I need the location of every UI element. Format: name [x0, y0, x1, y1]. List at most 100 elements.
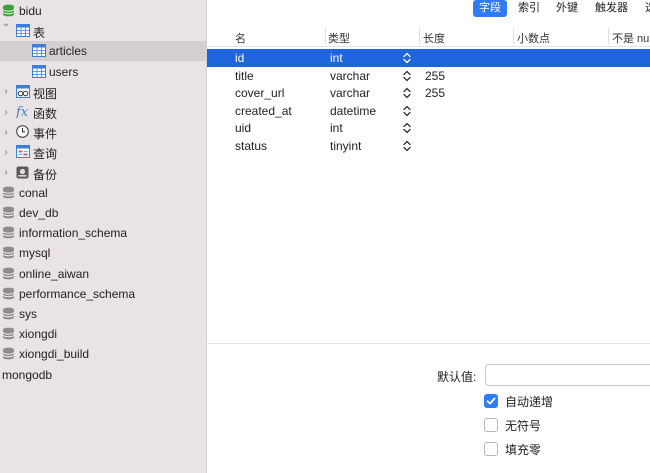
- sidebar-item-label: information_schema: [19, 226, 128, 241]
- sidebar-item-conal[interactable]: conal: [0, 183, 206, 203]
- database-icon: [2, 307, 15, 323]
- unsigned-label: 无符号: [505, 418, 542, 433]
- chevron-right-icon[interactable]: ›: [2, 167, 10, 178]
- sidebar-item--4[interactable]: › 视图: [0, 82, 206, 102]
- sidebar-item--6[interactable]: › 事件: [0, 122, 206, 142]
- auto-increment-checkbox[interactable]: [484, 394, 498, 408]
- sidebar-item--1[interactable]: ⌄ 表: [0, 18, 206, 41]
- tab-triggers[interactable]: 触发器: [589, 0, 634, 17]
- table-row[interactable]: created_at datetime: [207, 102, 650, 120]
- sidebar-item-label: xiongdi: [19, 327, 58, 342]
- chevron-right-icon[interactable]: ›: [2, 127, 10, 138]
- field-type-cell[interactable]: varchar: [330, 69, 370, 83]
- field-length-cell[interactable]: 255: [425, 86, 445, 100]
- tab-indexes[interactable]: 索引: [512, 0, 546, 17]
- field-type-cell[interactable]: int: [330, 121, 343, 135]
- sidebar-item-xiongdi_build[interactable]: xiongdi_build: [0, 344, 206, 364]
- sidebar-item-bidu[interactable]: bidu: [0, 1, 206, 21]
- tab-fields[interactable]: 字段: [473, 0, 507, 17]
- sidebar-item-label: 表: [33, 26, 46, 41]
- field-name-cell[interactable]: cover_url: [235, 86, 284, 100]
- sidebar-item-dev_db[interactable]: dev_db: [0, 203, 206, 223]
- type-stepper-icon[interactable]: [403, 52, 411, 64]
- column-header-name[interactable]: 名: [235, 30, 246, 46]
- type-stepper-icon[interactable]: [403, 140, 411, 152]
- sidebar-item-label: bidu: [19, 4, 42, 18]
- sidebar-item-label: conal: [19, 185, 48, 200]
- sidebar-item-online_aiwan[interactable]: online_aiwan: [0, 264, 206, 284]
- sidebar-item-label: users: [49, 64, 79, 79]
- event-clock-icon: [16, 125, 29, 141]
- sidebar-item-label: xiongdi_build: [19, 347, 90, 362]
- function-icon: fx: [15, 105, 32, 121]
- unsigned-option[interactable]: 无符号: [484, 416, 541, 434]
- field-name-cell[interactable]: created_at: [235, 104, 292, 118]
- sidebar-item-mongodb[interactable]: mongodb: [0, 365, 206, 385]
- field-name-cell[interactable]: status: [235, 139, 267, 153]
- column-header-type[interactable]: 类型: [328, 30, 350, 46]
- main-panel: 字段 索引 外键 触发器 选 名 类型 长度 小数点 不是 null id int…: [207, 0, 650, 473]
- sidebar-item-users[interactable]: users: [0, 62, 206, 82]
- sidebar-item-label: 查询: [33, 147, 58, 162]
- zerofill-checkbox[interactable]: [484, 442, 498, 456]
- field-length-cell[interactable]: 255: [425, 69, 445, 83]
- field-name-cell[interactable]: id: [235, 51, 244, 65]
- table-row[interactable]: status tinyint: [207, 137, 650, 155]
- auto-increment-label: 自动递增: [505, 394, 554, 409]
- unsigned-checkbox[interactable]: [484, 418, 498, 432]
- chevron-right-icon[interactable]: ›: [2, 147, 10, 158]
- field-type-cell[interactable]: varchar: [330, 86, 370, 100]
- field-name-cell[interactable]: uid: [235, 121, 251, 135]
- type-stepper-icon[interactable]: [403, 105, 411, 117]
- column-header-decimals[interactable]: 小数点: [517, 30, 550, 46]
- field-name-cell[interactable]: title: [235, 69, 254, 83]
- tab-options[interactable]: 选: [639, 0, 650, 17]
- zerofill-option[interactable]: 填充零: [484, 440, 541, 458]
- table-icon: [32, 44, 46, 60]
- chevron-right-icon[interactable]: ›: [2, 86, 10, 97]
- sidebar-item-xiongdi[interactable]: xiongdi: [0, 324, 206, 344]
- divider: [207, 343, 650, 344]
- sidebar-item-information_schema[interactable]: information_schema: [0, 223, 206, 243]
- type-stepper-icon[interactable]: [403, 70, 411, 82]
- column-header-not-null[interactable]: 不是 null: [612, 30, 650, 46]
- table-row[interactable]: id int: [207, 49, 650, 67]
- sidebar-item-label: 视图: [33, 86, 58, 101]
- sidebar-item-label: 事件: [33, 127, 58, 142]
- database-icon: [2, 206, 15, 222]
- type-stepper-icon[interactable]: [403, 87, 411, 99]
- sidebar-item-label: mongodb: [2, 367, 53, 382]
- table-row[interactable]: cover_url varchar 255: [207, 84, 650, 102]
- sidebar-item-performance_schema[interactable]: performance_schema: [0, 284, 206, 304]
- table-row[interactable]: uid int: [207, 119, 650, 137]
- field-type-cell[interactable]: tinyint: [330, 139, 361, 153]
- sidebar-item-label: mysql: [19, 246, 51, 261]
- sidebar-item-label: online_aiwan: [19, 266, 90, 281]
- database-icon: [2, 267, 15, 283]
- toolbar: 字段 索引 外键 触发器 选: [207, 0, 650, 18]
- field-type-cell[interactable]: int: [330, 51, 343, 65]
- table-row[interactable]: title varchar 255: [207, 67, 650, 85]
- table-group-icon: [16, 24, 30, 40]
- database-icon: [2, 186, 15, 202]
- default-value-input[interactable]: [485, 364, 650, 386]
- sidebar: bidu ⌄ 表 articles users › 视图 › fx 函数 › 事件 › 查询 › 备份 cona…: [0, 0, 207, 473]
- field-type-cell[interactable]: datetime: [330, 104, 376, 118]
- sidebar-item--5[interactable]: › fx 函数: [0, 102, 206, 122]
- sidebar-item-articles[interactable]: articles: [0, 41, 206, 62]
- chevron-right-icon[interactable]: ›: [2, 107, 10, 118]
- column-header-length[interactable]: 长度: [423, 30, 445, 46]
- tab-foreign-keys[interactable]: 外键: [550, 0, 584, 17]
- sidebar-item--7[interactable]: › 查询: [0, 142, 206, 162]
- sidebar-item-label: sys: [19, 307, 37, 321]
- chevron-down-icon[interactable]: ⌄: [2, 18, 10, 29]
- type-stepper-icon[interactable]: [403, 122, 411, 134]
- sidebar-item-mysql[interactable]: mysql: [0, 243, 206, 263]
- grid-header: 名 类型 长度 小数点 不是 null: [207, 26, 650, 47]
- sidebar-item-sys[interactable]: sys: [0, 304, 206, 324]
- sidebar-item-label: dev_db: [19, 206, 59, 220]
- database-icon: [2, 327, 15, 343]
- view-icon: [16, 84, 30, 101]
- auto-increment-option[interactable]: 自动递增: [484, 392, 553, 410]
- sidebar-item--8[interactable]: › 备份: [0, 163, 206, 183]
